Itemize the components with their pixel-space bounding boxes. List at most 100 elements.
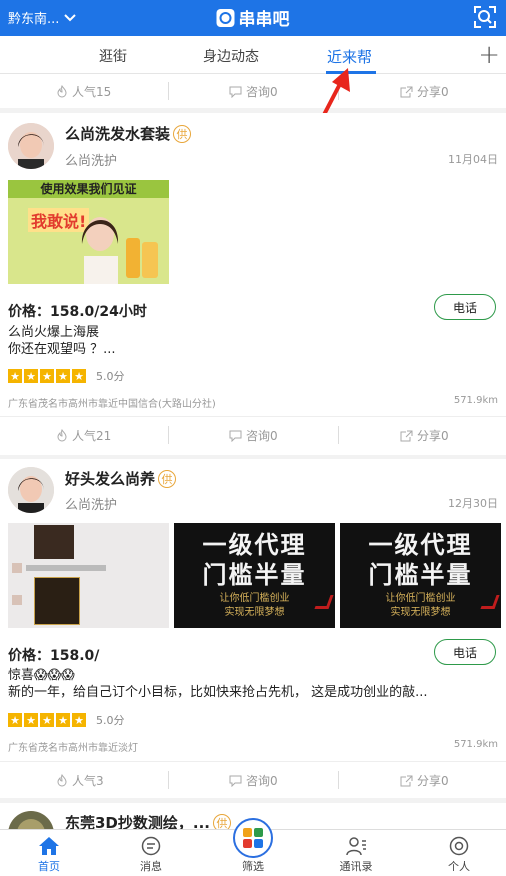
post-image[interactable]: [8, 523, 169, 628]
poster-text: 让你低门槛创业: [219, 593, 290, 604]
nav-messages[interactable]: 消息: [121, 836, 181, 874]
star-icon: ★: [40, 713, 54, 727]
divider: [168, 771, 169, 789]
post-description-line: 么尚火爆上海展: [8, 325, 100, 340]
nav-profile[interactable]: 个人: [429, 836, 489, 874]
chat-icon: [229, 86, 242, 98]
post-description-line: 你还在观望吗 ？...: [8, 342, 116, 357]
price-label: 价格：158.0/24小时: [8, 304, 147, 320]
shop-name[interactable]: 么尚洗护: [65, 494, 117, 513]
flame-icon: [57, 85, 67, 98]
post-description-line: 新的一年，给自己订个小目标，比如快来抢占先机， 这是成功创业的敲...: [8, 685, 428, 700]
post-image[interactable]: 使用效果我们见证 我敢说!: [8, 180, 169, 284]
filter-grid-icon: [243, 828, 263, 848]
banner-headline: 使用效果我们见证: [8, 180, 169, 198]
post-image[interactable]: 一级代理 门槛半量 让你低门槛创业 实现无限梦想: [174, 523, 335, 628]
stats-row: 人气21 咨询0 分享0: [0, 418, 506, 452]
chat-icon: [229, 775, 242, 787]
top-bar: 黔东南... 串串吧: [0, 0, 506, 36]
avatar: [8, 123, 54, 169]
share-icon: [400, 86, 413, 97]
call-button[interactable]: 电话: [434, 294, 496, 320]
scan-icon[interactable]: [472, 4, 498, 30]
post-title[interactable]: 好头发么尚养供: [65, 468, 177, 489]
popularity-stat[interactable]: 人气21: [56, 427, 111, 444]
star-icon: ★: [8, 713, 22, 727]
rating-score: 5.0分: [96, 714, 125, 727]
poster-text: 让你低门槛创业: [385, 593, 456, 604]
share-icon: [400, 775, 413, 786]
star-icon: ★: [40, 369, 54, 383]
nav-filter[interactable]: 筛选: [223, 858, 283, 874]
post-date: 11月04日: [448, 153, 498, 166]
rating-score: 5.0分: [96, 370, 125, 383]
filter-fab-button[interactable]: [233, 818, 273, 858]
contacts-icon: [346, 837, 366, 856]
divider: [338, 426, 339, 444]
star-icon: ★: [72, 369, 86, 383]
add-tab-icon[interactable]: +: [478, 40, 500, 70]
distance: 571.9km: [453, 395, 498, 406]
poster-text: 门槛半量: [368, 561, 473, 589]
divider: [168, 82, 169, 100]
post-description-line: 惊喜😱😱😱: [8, 668, 75, 683]
home-icon: [39, 837, 59, 855]
nav-contacts[interactable]: 通讯录: [326, 836, 386, 874]
address: 广东省茂名市高州市靠近中国信合(大路山分社): [8, 399, 216, 410]
distance: 571.9km: [453, 739, 498, 750]
divider: [338, 771, 339, 789]
divider: [168, 426, 169, 444]
divider: [338, 82, 339, 100]
rating-stars: ★ ★ ★ ★ ★ 5.0分: [8, 368, 125, 384]
post-card[interactable]: 好头发么尚养供 么尚洗护 12月30日 一级代理 门槛半量 让你低门槛创业 实现…: [0, 459, 506, 798]
share-stat[interactable]: 分享0: [400, 83, 449, 100]
tab-nearby-updates[interactable]: 身边动态: [203, 46, 259, 66]
post-image[interactable]: 一级代理 门槛半量 让你低门槛创业 实现无限梦想: [340, 523, 501, 628]
consult-stat[interactable]: 咨询0: [229, 772, 278, 789]
stats-row: 人气15 咨询0 分享0: [0, 74, 506, 108]
shop-name[interactable]: 么尚洗护: [65, 150, 117, 169]
brand-title: 串串吧: [216, 5, 290, 30]
star-icon: ★: [56, 713, 70, 727]
message-icon: [141, 836, 161, 856]
tab-bar: 逛街 身边动态 近来帮 +: [0, 36, 506, 74]
chevron-down-icon: [64, 13, 77, 21]
stats-row: 人气3 咨询0 分享0: [0, 763, 506, 797]
star-icon: ★: [72, 713, 86, 727]
star-icon: ★: [24, 369, 38, 383]
flame-icon: [57, 774, 67, 787]
flame-icon: [57, 429, 67, 442]
popularity-stat[interactable]: 人气3: [56, 772, 104, 789]
poster-text: 实现无限梦想: [224, 607, 285, 618]
consult-stat[interactable]: 咨询0: [229, 83, 278, 100]
product-bottle: [126, 238, 140, 278]
post-title[interactable]: 么尚洗发水套装供: [65, 123, 192, 144]
nav-home[interactable]: 首页: [19, 836, 79, 874]
poster-text: 门槛半量: [202, 561, 307, 589]
chat-icon: [229, 430, 242, 442]
address: 广东省茂名市高州市靠近淡灯: [8, 743, 138, 754]
price-label: 价格：158.0/: [8, 648, 100, 664]
star-icon: ★: [8, 369, 22, 383]
avatar: [8, 467, 54, 513]
tab-shopping[interactable]: 逛街: [99, 46, 127, 66]
call-button[interactable]: 电话: [434, 639, 496, 665]
poster-text: 实现无限梦想: [390, 607, 451, 618]
rating-stars: ★ ★ ★ ★ ★ 5.0分: [8, 712, 125, 728]
share-stat[interactable]: 分享0: [400, 772, 449, 789]
post-card[interactable]: 么尚洗发水套装供 么尚洗护 11月04日 使用效果我们见证 我敢说! 价格：15…: [0, 113, 506, 455]
consult-stat[interactable]: 咨询0: [229, 427, 278, 444]
product-bottle: [142, 242, 158, 278]
location-selector[interactable]: 黔东南...: [8, 8, 77, 27]
post-date: 12月30日: [448, 497, 498, 510]
profile-icon: [449, 836, 469, 856]
tab-recent-help[interactable]: 近来帮: [327, 46, 372, 67]
divider: [0, 761, 506, 762]
brand-name: 串串吧: [238, 10, 290, 30]
location-label: 黔东南...: [8, 12, 60, 27]
share-icon: [400, 430, 413, 441]
share-stat[interactable]: 分享0: [400, 427, 449, 444]
supply-tag: 供: [173, 125, 192, 143]
brand-logo-icon: [216, 8, 235, 27]
popularity-stat[interactable]: 人气15: [56, 83, 111, 100]
